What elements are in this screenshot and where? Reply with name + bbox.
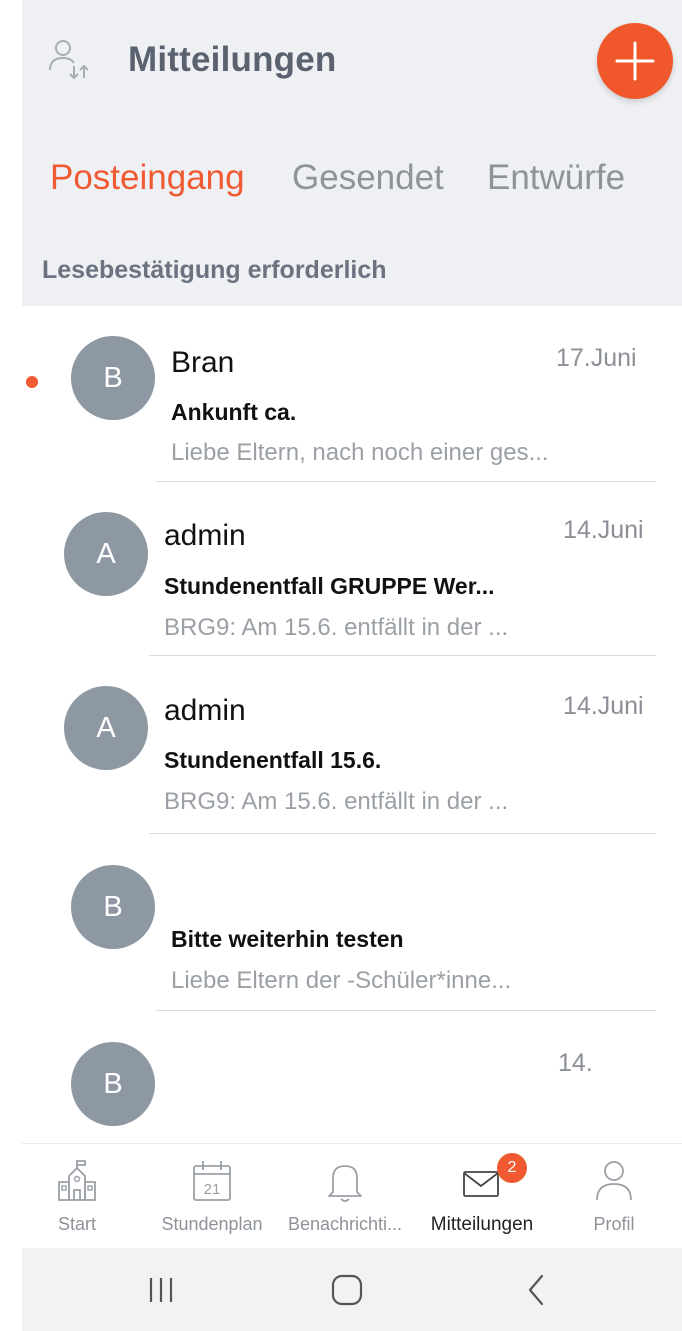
unread-indicator (26, 376, 38, 388)
system-nav-bar (22, 1248, 682, 1331)
message-subject: Bitte weiterhin testen (171, 926, 404, 952)
bottom-nav: Start 21 Stundenplan Benachrichti... 2 M… (22, 1143, 682, 1248)
sender-name: admin (164, 694, 246, 727)
nav-label: Stundenplan (161, 1214, 263, 1234)
message-date: 14. (558, 1049, 593, 1077)
sender-name: Bran (171, 346, 235, 379)
message-subject: Stundenentfall 15.6. (164, 747, 382, 773)
list-item[interactable]: B Bitte weiterhin testen Liebe Eltern de… (0, 834, 682, 1011)
calendar-day-text: 21 (204, 1181, 221, 1198)
list-item[interactable]: A admin 14.Juni Stundenentfall GRUPPE We… (0, 482, 682, 658)
tab-sent[interactable]: Gesendet (292, 158, 444, 198)
list-item[interactable]: B Bran 17.Juni Ankunft ca. Liebe Eltern,… (0, 306, 682, 482)
nav-label: Benachrichti... (287, 1214, 403, 1234)
nav-benachrichtigungen[interactable]: Benachrichti... (279, 1144, 411, 1249)
bell-icon (328, 1165, 362, 1202)
compose-button[interactable] (597, 23, 673, 99)
calendar-icon: 21 (193, 1161, 231, 1201)
sender-name: admin (164, 519, 246, 552)
section-label: Lesebestätigung erforderlich (42, 256, 387, 284)
divider (149, 655, 656, 656)
nav-profil[interactable]: Profil (564, 1144, 664, 1249)
nav-mitteilungen[interactable]: 2 Mitteilungen (416, 1144, 548, 1249)
message-subject: Ankunft ca. (171, 399, 297, 425)
message-date: 14.Juni (563, 516, 644, 544)
message-preview: Liebe Eltern, nach noch einer ges... (171, 439, 549, 466)
tab-inbox[interactable]: Posteingang (50, 158, 245, 198)
plus-icon (615, 41, 655, 81)
avatar: B (71, 1042, 155, 1126)
nav-label: Mitteilungen (430, 1214, 534, 1235)
person-icon (596, 1161, 632, 1201)
back-icon[interactable] (522, 1266, 550, 1312)
message-preview: BRG9: Am 15.6. entfällt in der ... (164, 614, 509, 641)
avatar: B (71, 336, 155, 420)
unread-badge: 2 (497, 1153, 527, 1183)
user-switch-icon[interactable] (46, 38, 96, 88)
avatar: B (71, 865, 155, 949)
nav-start[interactable]: Start (22, 1144, 132, 1249)
page-title: Mitteilungen (128, 40, 337, 79)
message-subject: Stundenentfall GRUPPE Wer... (164, 573, 495, 599)
message-preview: BRG9: Am 15.6. entfällt in der ... (164, 788, 509, 815)
nav-stundenplan[interactable]: 21 Stundenplan (154, 1144, 270, 1249)
message-preview: Liebe Eltern der -Schüler*inne... (171, 967, 512, 994)
recent-apps-icon[interactable] (144, 1266, 178, 1312)
list-item[interactable]: B 14. (0, 1011, 682, 1143)
avatar: A (64, 512, 148, 596)
message-date: 17.Juni (556, 344, 637, 372)
nav-label: Start (57, 1214, 96, 1234)
home-icon[interactable] (329, 1266, 365, 1312)
school-icon (58, 1160, 96, 1201)
tab-drafts[interactable]: Entwürfe (487, 158, 625, 198)
message-date: 14.Juni (563, 692, 644, 720)
list-item[interactable]: A admin 14.Juni Stundenentfall 15.6. BRG… (0, 658, 682, 834)
avatar: A (64, 686, 148, 770)
nav-label: Profil (593, 1214, 635, 1234)
